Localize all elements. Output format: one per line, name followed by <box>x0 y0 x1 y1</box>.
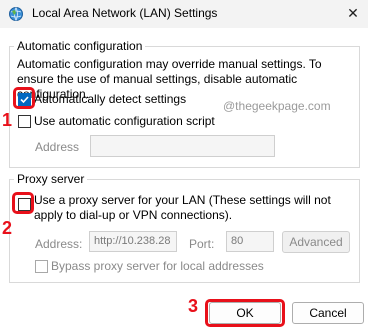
proxy-address-input[interactable]: http://10.238.28 <box>89 231 177 252</box>
auto-config-address-input[interactable] <box>90 135 275 157</box>
auto-config-address-label: Address <box>35 140 80 154</box>
highlight-ring-1 <box>13 87 35 109</box>
bypass-local-checkbox[interactable] <box>35 260 48 273</box>
proxy-address-label: Address: <box>35 237 83 251</box>
close-button[interactable]: ✕ <box>342 2 364 24</box>
close-icon: ✕ <box>347 4 359 21</box>
highlight-ring-2 <box>12 192 34 214</box>
auto-detect-label[interactable]: Automatically detect settings <box>34 92 186 106</box>
config-script-label[interactable]: Use automatic configuration script <box>34 114 215 128</box>
step-1-badge: 1 <box>2 110 13 130</box>
use-proxy-label[interactable]: Use a proxy server for your LAN (These s… <box>34 193 356 223</box>
ok-button[interactable]: OK <box>209 302 281 324</box>
auto-config-group-title: Automatic configuration <box>14 39 146 53</box>
config-script-checkbox[interactable] <box>18 115 31 128</box>
step-3-badge: 3 <box>188 296 199 316</box>
watermark-text: @thegeekpage.com <box>223 99 331 113</box>
proxy-group-title: Proxy server <box>14 172 88 186</box>
globe-network-icon <box>9 7 23 21</box>
proxy-port-input[interactable]: 80 <box>226 231 274 252</box>
proxy-port-label: Port: <box>189 237 215 251</box>
advanced-button[interactable]: Advanced <box>282 231 350 253</box>
step-2-badge: 2 <box>2 218 13 238</box>
cancel-button[interactable]: Cancel <box>292 302 364 324</box>
window-title: Local Area Network (LAN) Settings <box>32 6 218 20</box>
bypass-local-label[interactable]: Bypass proxy server for local addresses <box>51 259 264 273</box>
